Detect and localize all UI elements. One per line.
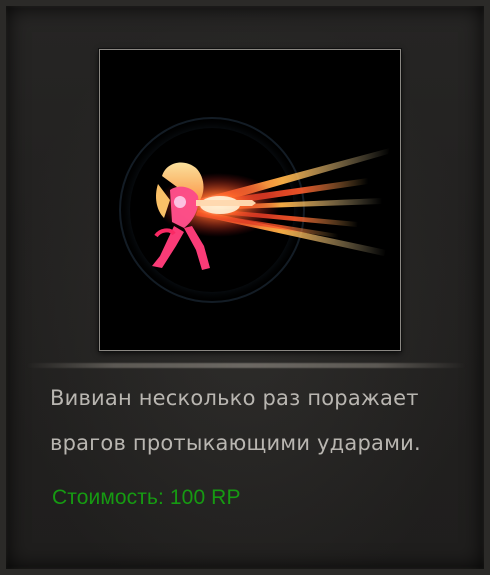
section-divider xyxy=(26,363,466,368)
skill-description: Вивиан несколько раз поражает врагов про… xyxy=(50,386,421,455)
skill-tooltip-panel: Вивиан несколько раз поражает врагов про… xyxy=(0,0,490,575)
skill-cost: Стоимость: 100 RP xyxy=(52,486,241,509)
skill-icon-piercing-strikes xyxy=(100,50,400,350)
skill-image-frame xyxy=(99,49,401,351)
